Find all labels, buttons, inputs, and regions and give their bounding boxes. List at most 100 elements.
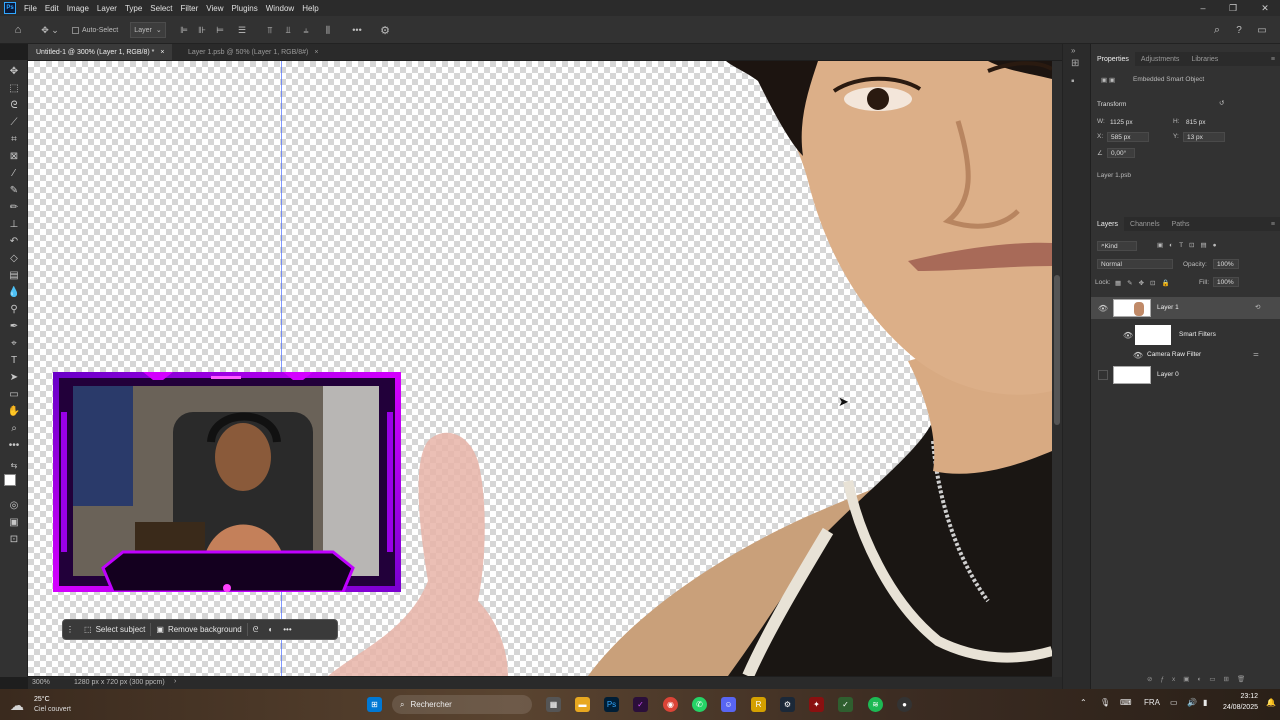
comments-icon[interactable]: ▪ — [1071, 76, 1075, 87]
brush-tool-icon[interactable]: ✏ — [6, 200, 22, 214]
gear-icon[interactable]: ⚙ — [378, 22, 392, 38]
workspace-icon[interactable]: ▭ — [1254, 22, 1270, 38]
menu-plugins[interactable]: Plugins — [228, 4, 262, 13]
panel-menu-icon[interactable]: ≡ — [1265, 52, 1280, 66]
layer-filter-icons[interactable]: ▣◐T⊡▤● — [1157, 241, 1223, 249]
align-right-icon[interactable]: ⊨ — [214, 22, 226, 38]
notifications-icon[interactable]: 🔔 — [1266, 698, 1276, 707]
layer-row-camera-raw[interactable]: 👁 Camera Raw Filter ⚌ — [1091, 348, 1280, 362]
minimize-icon[interactable]: – — [1188, 0, 1218, 16]
clock-time[interactable]: 23:12 — [1222, 693, 1258, 700]
align-center-icon[interactable]: ⊪ — [196, 22, 208, 38]
keyboard-icon[interactable]: ⌨ — [1120, 698, 1132, 707]
layer-row-smart-filters[interactable]: 👁 Smart Filters — [1091, 323, 1280, 347]
weather-icon[interactable]: ☁ — [10, 697, 24, 714]
mask-icon[interactable]: ◐ — [263, 621, 278, 638]
close-tab-icon[interactable]: × — [160, 49, 164, 56]
move-tool-icon[interactable]: ✥ — [6, 64, 22, 78]
distribute-icon[interactable]: ☰ — [236, 22, 248, 38]
crop-tool-icon[interactable]: ⌗ — [6, 132, 22, 146]
photoshop-icon[interactable]: Ps — [604, 697, 619, 712]
tab-paths[interactable]: Paths — [1166, 217, 1196, 231]
filter-kind-dropdown[interactable]: ⌕ Kind — [1097, 241, 1137, 251]
x-field[interactable]: 585 px — [1107, 132, 1149, 142]
healing-brush-icon[interactable]: ✎ — [6, 183, 22, 197]
tab-adjustments[interactable]: Adjustments — [1135, 52, 1186, 66]
drag-handle-icon[interactable]: ⋮ — [63, 621, 79, 638]
blur-tool-icon[interactable]: 💧 — [6, 285, 22, 299]
chevron-right-icon[interactable]: › — [174, 678, 176, 685]
spotify-icon[interactable]: ≋ — [868, 697, 883, 712]
layer-actions-icons[interactable]: ⊘ƒx▣◐▭⊞🗑 — [1147, 675, 1253, 683]
game-launcher-icon[interactable]: ✦ — [809, 697, 824, 712]
steam-icon[interactable]: ⚙ — [780, 697, 795, 712]
menu-view[interactable]: View — [202, 4, 227, 13]
close-tab-icon[interactable]: × — [314, 49, 318, 56]
start-windows-icon[interactable]: ⊞ — [367, 697, 382, 712]
edit-toolbar-icon[interactable]: ••• — [6, 438, 22, 452]
type-tool-icon[interactable]: T — [6, 353, 22, 367]
lock-options-icons[interactable]: ▦✎✥⊡🔒 — [1115, 279, 1176, 287]
restore-icon[interactable]: ❐ — [1218, 0, 1248, 16]
whatsapp-icon[interactable]: ✆ — [692, 697, 707, 712]
menu-filter[interactable]: Filter — [177, 4, 203, 13]
media-app-icon[interactable]: ● — [897, 697, 912, 712]
tab-layers[interactable]: Layers — [1091, 217, 1125, 231]
tab-properties[interactable]: Properties — [1091, 52, 1135, 66]
task-view-icon[interactable]: ▦ — [546, 697, 561, 712]
rectangle-tool-icon[interactable]: ▭ — [6, 387, 22, 401]
volume-icon[interactable]: 🔊 — [1187, 698, 1197, 707]
remove-background-button[interactable]: ▣ Remove background — [151, 621, 246, 638]
home-icon[interactable]: ⌂ — [10, 22, 26, 38]
tab-untitled-1[interactable]: Untitled-1 @ 300% (Layer 1, RGB/8) * × — [28, 44, 173, 60]
artboard-icon[interactable]: ⊡ — [6, 532, 22, 546]
more-options-icon[interactable]: ••• — [350, 22, 364, 38]
menu-layer[interactable]: Layer — [93, 4, 121, 13]
eyedropper-tool-icon[interactable]: ⁄ — [6, 166, 22, 180]
reset-icon[interactable]: ↺ — [1219, 99, 1224, 107]
auto-select-checkbox[interactable]: Auto-Select — [72, 22, 122, 38]
layer-name[interactable]: Layer 1 — [1157, 304, 1179, 311]
history-brush-icon[interactable]: ↶ — [6, 234, 22, 248]
weather-desc[interactable]: Ciel couvert — [34, 706, 71, 713]
lasso-tool-icon[interactable]: ᘓ — [6, 98, 22, 112]
visibility-eye-icon[interactable]: 👁 — [1133, 350, 1143, 360]
blend-mode-dropdown[interactable]: Normal — [1097, 259, 1173, 269]
document-canvas[interactable]: ⋮ ⬚ Select subject ▣ Remove background ᘓ… — [28, 61, 1052, 676]
fill-field[interactable]: 100% — [1213, 277, 1239, 287]
lasso-icon[interactable]: ᘓ — [248, 621, 264, 638]
layer-row-layer-1[interactable]: 👁 Layer 1 ⟲ — [1091, 297, 1280, 319]
battery-icon[interactable]: ▮ — [1203, 698, 1207, 707]
tab-channels[interactable]: Channels — [1124, 217, 1166, 231]
canvas-vertical-scrollbar[interactable] — [1052, 61, 1062, 677]
webcam-overlay[interactable] — [53, 372, 401, 592]
quick-mask-icon[interactable]: ◎ — [6, 498, 22, 512]
help-icon[interactable]: ? — [1232, 22, 1246, 38]
object-selection-tool-icon[interactable]: ⟋ — [6, 115, 22, 129]
search-icon[interactable]: ⌕ — [1210, 22, 1224, 38]
visibility-off-icon[interactable]: · — [1098, 370, 1108, 380]
taskbar-search[interactable]: ⌕ Rechercher — [392, 695, 532, 714]
visibility-eye-icon[interactable]: 👁 — [1098, 303, 1108, 313]
menu-help[interactable]: Help — [298, 4, 322, 13]
rockstar-icon[interactable]: R — [751, 697, 766, 712]
zoom-level[interactable]: 300% — [32, 679, 50, 686]
tab-layer1-psb[interactable]: Layer 1.psb @ 50% (Layer 1, RGB/8#) × — [180, 44, 326, 60]
menu-window[interactable]: Window — [262, 4, 298, 13]
premiere-icon[interactable]: ✓ — [633, 697, 648, 712]
language-indicator[interactable]: FRA — [1144, 698, 1160, 707]
marquee-tool-icon[interactable]: ⬚ — [6, 81, 22, 95]
angle-field[interactable]: 0,00° — [1107, 148, 1135, 158]
height-field[interactable]: 815 px — [1183, 117, 1235, 127]
menu-type[interactable]: Type — [121, 4, 146, 13]
eraser-tool-icon[interactable]: ◇ — [6, 251, 22, 265]
clone-stamp-icon[interactable]: ⊥ — [6, 217, 22, 231]
zoom-tool-icon[interactable]: ⌕ — [6, 421, 22, 435]
screen-mode-icon[interactable]: ▣ — [6, 515, 22, 529]
distribute-vertical-icon[interactable]: ⫼ — [322, 22, 334, 38]
clock-date[interactable]: 24/08/2025 — [1222, 704, 1258, 711]
menu-image[interactable]: Image — [63, 4, 93, 13]
filter-options-icon[interactable]: ⚌ — [1253, 350, 1259, 358]
microphone-icon[interactable]: 🎙 — [1100, 698, 1110, 707]
frame-tool-icon[interactable]: ⊠ — [6, 149, 22, 163]
